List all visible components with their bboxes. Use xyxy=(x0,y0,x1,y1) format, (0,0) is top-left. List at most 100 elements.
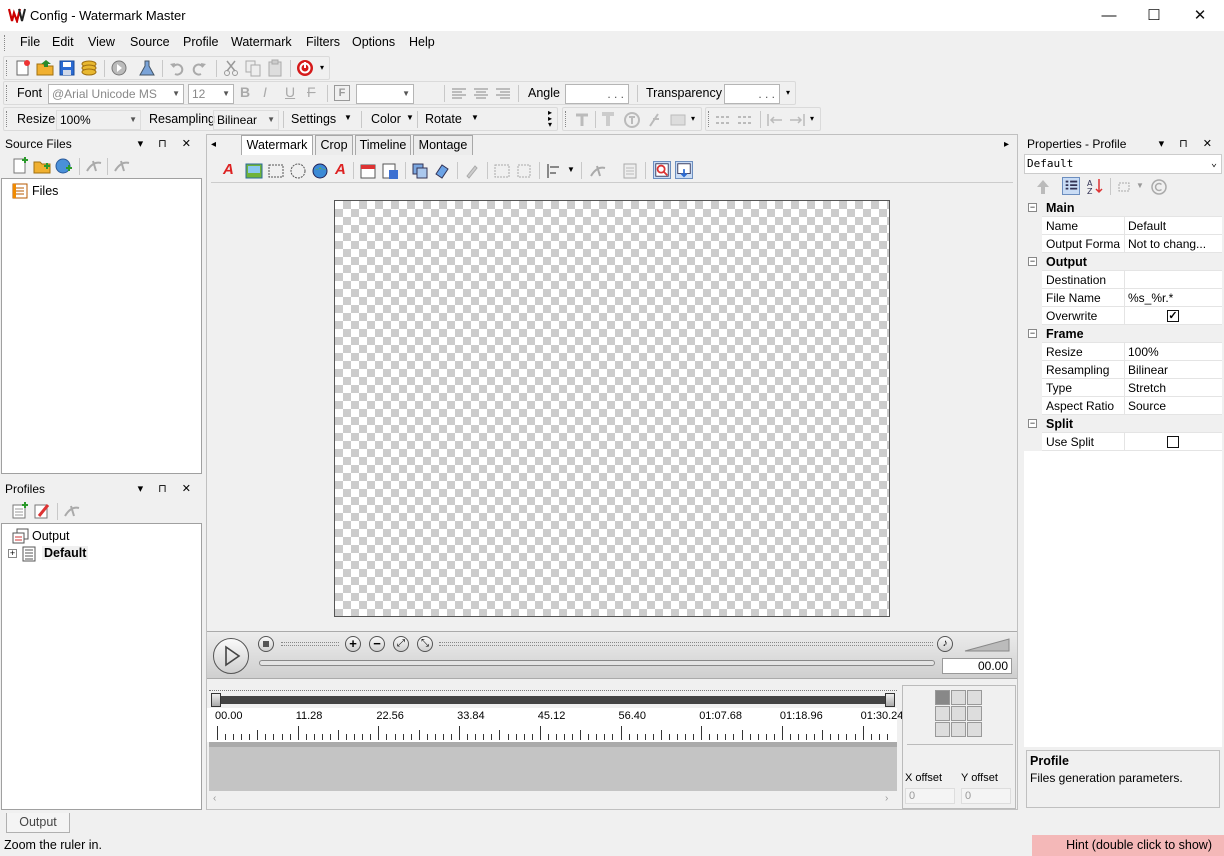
new-file-icon[interactable] xyxy=(14,59,32,77)
add-ellipse-icon[interactable] xyxy=(289,162,307,180)
tab-watermark[interactable]: Watermark xyxy=(241,135,313,155)
position-cell[interactable] xyxy=(935,706,950,721)
font-style-combo[interactable]: ▼ xyxy=(356,84,414,104)
property-category[interactable]: − Frame xyxy=(1024,325,1222,343)
sort-alpha-icon[interactable]: AZ xyxy=(1086,177,1104,195)
toolbar-overflow-icon[interactable]: ▾ xyxy=(786,88,790,97)
bring-front-icon[interactable] xyxy=(411,162,429,180)
property-value[interactable]: Stretch xyxy=(1128,379,1220,397)
add-url-icon[interactable] xyxy=(55,157,73,175)
time-ruler[interactable]: 00.00 11.28 22.56 33.84 45.12 56.40 01:07.68 01… xyxy=(207,708,903,742)
italic-icon[interactable]: I xyxy=(263,84,267,100)
align-objects-icon[interactable] xyxy=(545,162,563,180)
tab-output[interactable]: Output xyxy=(6,813,70,833)
position-cell[interactable] xyxy=(951,722,966,737)
maximize-button[interactable]: ☐ xyxy=(1131,0,1177,31)
expand-icon[interactable]: + xyxy=(8,549,17,558)
close-button[interactable]: ✕ xyxy=(1177,0,1223,31)
text-shadow-icon[interactable] xyxy=(573,111,591,129)
move-left-icon[interactable] xyxy=(766,111,784,129)
remove-file-icon[interactable] xyxy=(85,157,103,175)
text-glow-icon[interactable] xyxy=(623,111,641,129)
property-row[interactable]: Name Default xyxy=(1024,217,1222,235)
chevron-down-icon[interactable]: ▼ xyxy=(1136,181,1144,190)
collapse-icon[interactable]: − xyxy=(1028,257,1037,266)
range-end-handle[interactable] xyxy=(885,693,895,707)
bold-icon[interactable]: B xyxy=(240,84,250,100)
delete-profile-icon[interactable] xyxy=(63,502,81,520)
send-back-icon[interactable] xyxy=(433,162,451,180)
timeline-tracks[interactable] xyxy=(209,747,897,791)
property-value[interactable]: Not to chang... xyxy=(1128,235,1220,253)
toolbar-overflow-icon[interactable]: ▾ xyxy=(810,114,814,123)
flask-icon[interactable] xyxy=(138,59,156,77)
toolbar-grip[interactable] xyxy=(6,111,9,127)
property-value[interactable]: Default xyxy=(1128,217,1220,235)
add-rectangle-icon[interactable] xyxy=(267,162,285,180)
zoom-fit-icon[interactable] xyxy=(653,161,671,179)
add-exif-icon[interactable] xyxy=(381,162,399,180)
tab-timeline[interactable]: Timeline xyxy=(355,135,411,155)
collapse-icon[interactable]: − xyxy=(1028,419,1037,428)
tab-scroll-left-icon[interactable]: ◂ xyxy=(211,139,216,150)
tab-montage[interactable]: Montage xyxy=(413,135,473,155)
save-icon[interactable] xyxy=(58,59,76,77)
stop-button[interactable] xyxy=(258,636,274,652)
distribute-horizontal-icon[interactable] xyxy=(714,111,732,129)
toolbar-overflow-icon[interactable]: ▾ xyxy=(320,63,324,72)
range-start-handle[interactable] xyxy=(211,693,221,707)
property-row[interactable]: Resize 100% xyxy=(1024,343,1222,361)
property-row[interactable]: Overwrite ✓ xyxy=(1024,307,1222,325)
position-cell[interactable] xyxy=(951,690,966,705)
property-category[interactable]: − Split xyxy=(1024,415,1222,433)
menu-help[interactable]: Help xyxy=(409,35,435,49)
redo-icon[interactable] xyxy=(190,59,208,77)
property-row[interactable]: Destination xyxy=(1024,271,1222,289)
menu-profile[interactable]: Profile xyxy=(183,35,218,49)
font-size-combo[interactable]: 12 ▼ xyxy=(188,84,234,104)
font-name-combo[interactable]: @Arial Unicode MS ▼ xyxy=(48,84,184,104)
position-cell[interactable] xyxy=(935,722,950,737)
scroll-right-icon[interactable]: › xyxy=(885,793,888,804)
resampling-combo[interactable]: Bilinear ▼ xyxy=(213,110,279,130)
rotate-dropdown[interactable]: Rotate xyxy=(425,112,462,126)
properties-icon[interactable] xyxy=(621,162,639,180)
toolbar-overflow-icon[interactable]: ▸ ▸ ▾ xyxy=(548,109,552,129)
clear-files-icon[interactable] xyxy=(113,157,131,175)
strikeout-icon[interactable]: F xyxy=(307,84,316,100)
edit-profile-icon[interactable] xyxy=(33,502,51,520)
paste-icon[interactable] xyxy=(266,59,284,77)
scroll-left-icon[interactable]: ‹ xyxy=(213,793,216,804)
seek-bar[interactable] xyxy=(259,660,935,666)
move-right-icon[interactable] xyxy=(788,111,806,129)
up-arrow-icon[interactable] xyxy=(1034,178,1052,196)
menu-file[interactable]: File xyxy=(20,35,40,49)
collapse-icon[interactable]: − xyxy=(1028,203,1037,212)
position-cell[interactable] xyxy=(951,706,966,721)
settings-dropdown[interactable]: Settings xyxy=(291,112,336,126)
property-category[interactable]: − Main xyxy=(1024,199,1222,217)
distribute-vertical-icon[interactable] xyxy=(736,111,754,129)
y-offset-field[interactable]: 0 xyxy=(961,788,1011,804)
open-folder-icon[interactable] xyxy=(36,59,54,77)
property-row[interactable]: File Name %s_%r.* xyxy=(1024,289,1222,307)
toolbar-grip[interactable] xyxy=(6,60,9,76)
align-left-icon[interactable] xyxy=(450,85,468,103)
property-row[interactable]: Resampling Bilinear xyxy=(1024,361,1222,379)
menu-edit[interactable]: Edit xyxy=(52,35,74,49)
zoom-fit-button[interactable]: ⤢ xyxy=(393,636,409,652)
menu-grip[interactable] xyxy=(4,35,7,51)
cut-icon[interactable] xyxy=(222,59,240,77)
add-profile-icon[interactable] xyxy=(11,502,29,520)
menu-watermark[interactable]: Watermark xyxy=(231,35,292,49)
add-globe-icon[interactable] xyxy=(311,162,329,180)
menu-source[interactable]: Source xyxy=(130,35,170,49)
property-value[interactable]: Source xyxy=(1128,397,1220,415)
properties-selector[interactable]: Default ⌄ xyxy=(1024,154,1222,174)
text-3d-icon[interactable] xyxy=(647,111,665,129)
position-cell[interactable] xyxy=(967,690,982,705)
add-folder-icon[interactable] xyxy=(33,157,51,175)
property-row[interactable]: Type Stretch xyxy=(1024,379,1222,397)
volume-button[interactable]: ♪ xyxy=(937,636,953,652)
add-image-icon[interactable] xyxy=(245,162,263,180)
